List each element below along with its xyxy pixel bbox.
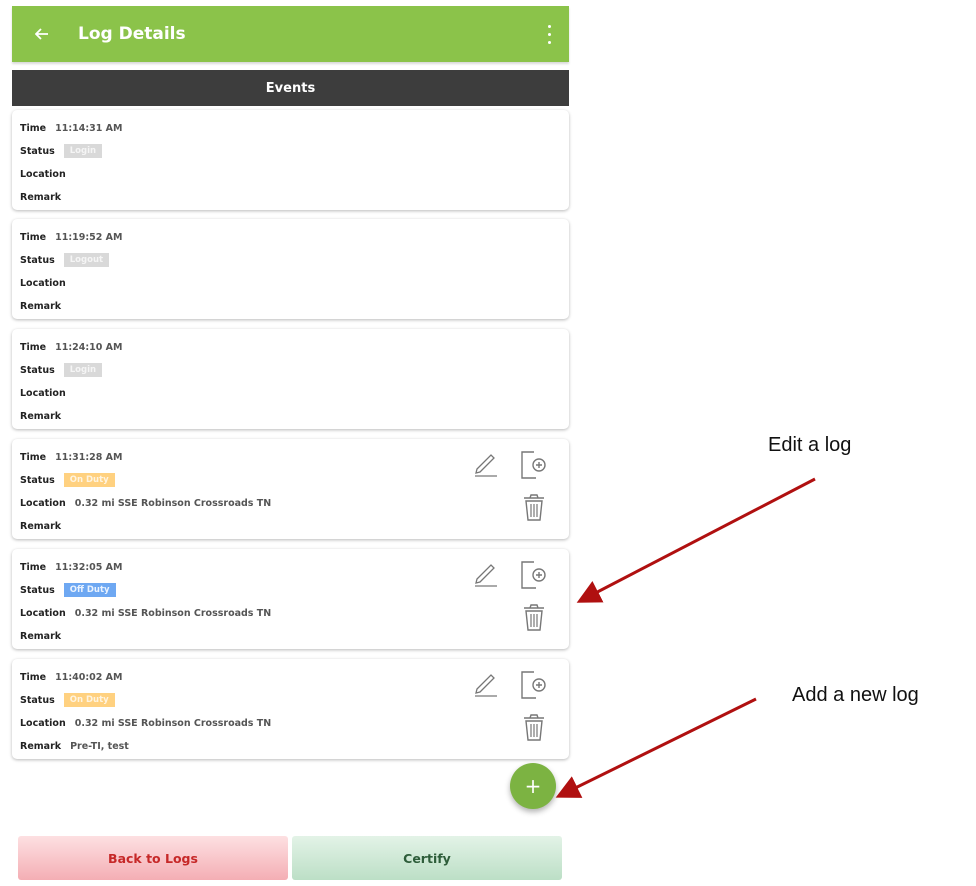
- edit-arrow: [576, 477, 816, 603]
- add-arrow: [555, 697, 757, 798]
- annotation-arrows: [555, 477, 816, 798]
